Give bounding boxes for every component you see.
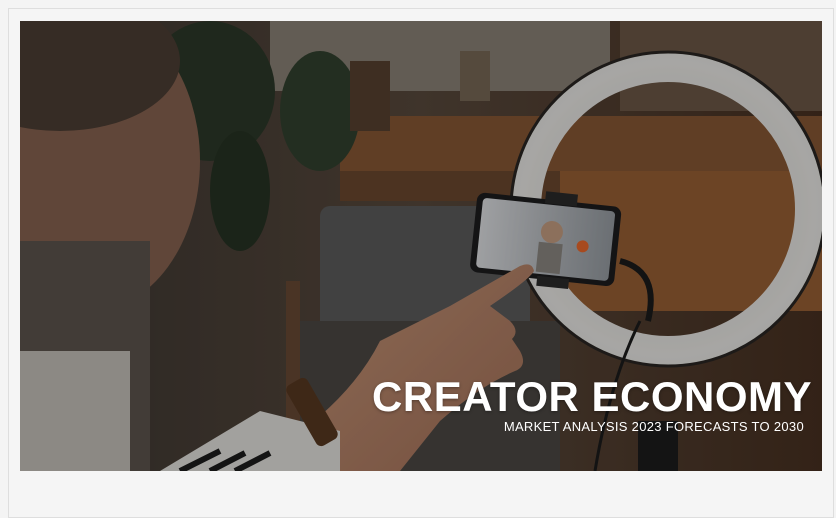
hero-banner[interactable]: CREATOR ECONOMY MARKET ANALYSIS 2023 FOR… (20, 21, 822, 471)
hero-subtitle: MARKET ANALYSIS 2023 FORECASTS TO 2030 (503, 419, 804, 434)
hero-title: CREATOR ECONOMY (372, 373, 812, 420)
